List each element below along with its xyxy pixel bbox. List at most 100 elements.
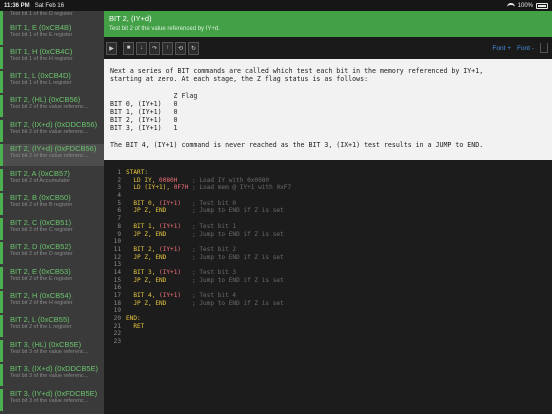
description-line: BIT 3, (IY+1) 1: [110, 124, 178, 133]
sidebar-item[interactable]: BIT 2, L (0xCB55) Test bit 2 of the L reg…: [0, 315, 104, 337]
sidebar-item[interactable]: BIT 3, (IY+d) (0xFDCB5E) Test bit 3 of th…: [0, 389, 104, 411]
line-number: 14: [113, 268, 121, 276]
code-comment: ; Jump to END if Z is set: [166, 230, 284, 238]
sidebar-item[interactable]: BIT 3, (HL) (0xCB5E) Test bit 3 of the va…: [0, 340, 104, 362]
sidebar-item[interactable]: BIT 3, (IX+d) (0xDDCB5E) Test bit 3 of th…: [0, 364, 104, 386]
sidebar-item[interactable]: BIT 1, H (0xCB4C) Test bit 1 of the H reg…: [0, 47, 104, 69]
instruction-subtitle: Test bit 2 of the value referenced by IY…: [109, 26, 220, 32]
sidebar-item-subtitle: Test bit 2 of the L register: [10, 324, 72, 330]
font-decrease-button[interactable]: Font -: [517, 45, 534, 52]
code-line: 9 JP Z, END ; Jump to END if Z is set: [108, 231, 548, 239]
sidebar-item-subtitle: Test bit 2 of the value referenc...: [10, 153, 89, 159]
description-line: The BIT 4, (IY+1) command is never reach…: [110, 140, 484, 149]
line-number: 12: [113, 253, 121, 261]
code-comment: ; Test bit 0: [181, 199, 237, 207]
sidebar-item[interactable]: BIT 2, E (0xCB53) Test bit 2 of the E reg…: [0, 267, 104, 289]
code-operand: (IY+1): [159, 268, 182, 276]
line-number: 20: [113, 315, 121, 323]
code-line: 21 RET: [108, 323, 548, 331]
line-number: 22: [113, 330, 121, 338]
battery-percent: 100%: [517, 2, 533, 9]
step-over-icon[interactable]: ↷: [149, 41, 160, 55]
sidebar-item-subtitle: Test bit 2 of the D register: [10, 251, 73, 257]
line-number: 4: [117, 192, 121, 200]
code-line: 19: [108, 307, 548, 315]
status-bar: 11:36 PM Sat Feb 16 100%: [0, 0, 552, 11]
stop-icon[interactable]: ■: [123, 41, 134, 55]
instruction-header: BIT 2, (IY+d) Test bit 2 of the value re…: [104, 11, 552, 37]
status-time: 11:36 PM: [4, 2, 30, 9]
sidebar-item-subtitle: Test bit 3 of the value referenc...: [10, 373, 89, 379]
code-line: 10: [108, 238, 548, 246]
code-operand: 0F7H: [173, 184, 189, 192]
sidebar-item[interactable]: BIT 2, C (0xCB51) Test bit 2 of the C reg…: [0, 218, 104, 240]
code-comment: ; Jump to END if Z is set: [166, 253, 284, 261]
reset-icon[interactable]: ⟲: [175, 41, 186, 55]
status-date: Sat Feb 16: [34, 2, 65, 9]
line-number: 5: [117, 199, 121, 207]
step-out-icon[interactable]: ↑: [162, 41, 173, 55]
sidebar-item-subtitle: Test bit 2 of Accumulator: [10, 178, 70, 184]
code-comment: ; Jump to END if Z is set: [166, 276, 284, 284]
share-icon[interactable]: [540, 43, 548, 53]
code-comment: ; Test bit 4: [181, 292, 237, 299]
code-instruction: BIT 1,: [126, 222, 160, 230]
sidebar-item-title: BIT 1, H (0xCB4C): [10, 47, 73, 56]
code-line: 2 LD IY, 0080H ; Load IY with 0x0080: [108, 177, 548, 185]
line-number: 2: [117, 176, 121, 184]
sidebar-item[interactable]: BIT 2, (IX+d) (0xDDCB56) Test bit 2 of th…: [0, 120, 104, 142]
description-line: BIT 0, (IY+1) 0: [110, 99, 178, 108]
sidebar-item[interactable]: BIT 2, (IY+d) (0xFDCB56) Test bit 2 of th…: [0, 144, 104, 166]
sidebar-item-title: BIT 3, (IX+d) (0xDDCB5E): [10, 364, 99, 373]
code-instruction: BIT 4,: [126, 292, 160, 299]
sidebar-item-subtitle: Test bit 1 of the H register: [10, 56, 73, 62]
code-operand: (IY+1): [159, 199, 182, 207]
sidebar-item-title: BIT 2, (IY+d) (0xFDCB56): [10, 144, 97, 153]
code-line: 23: [108, 338, 548, 346]
sidebar-item-subtitle: Test bit 1 of the L register: [10, 80, 72, 86]
sidebar-item[interactable]: BIT 2, A (0xCB57) Test bit 2 of Accumulat…: [0, 169, 104, 191]
code-line: 8 BIT 1, (IY+1) ; Test bit 1: [108, 223, 548, 231]
step-into-icon[interactable]: ↓: [136, 41, 147, 55]
sidebar-item[interactable]: BIT 2, D (0xCB52) Test bit 2 of the D reg…: [0, 242, 104, 264]
sidebar-item-title: BIT 2, (HL) (0xCB56): [10, 95, 81, 104]
line-number: 3: [117, 184, 121, 192]
wifi-icon: [506, 3, 515, 8]
sidebar-item[interactable]: BIT 1, L (0xCB4D) Test bit 1 of the L reg…: [0, 71, 104, 93]
sidebar-item-title: BIT 2, D (0xCB52): [10, 242, 72, 251]
code-comment: ; Test bit 1: [181, 222, 237, 230]
sidebar-item[interactable]: BIT 2, H (0xCB54) Test bit 2 of the H reg…: [0, 291, 104, 313]
code-line: 5 BIT 0, (IY+1) ; Test bit 0: [108, 200, 548, 208]
line-number: 21: [113, 322, 121, 330]
sidebar-item-subtitle: Test bit 1 of the D register: [10, 11, 73, 17]
sidebar-item[interactable]: BIT 2, B (0xCB50) Test bit 2 of the B reg…: [0, 193, 104, 215]
code-line: 7: [108, 215, 548, 223]
font-controls: Font + Font -: [492, 43, 552, 53]
sidebar-item-title: BIT 1, E (0xCB4B): [10, 23, 72, 32]
description-line: BIT 2, (IY+1) 0: [110, 116, 178, 125]
sidebar-item-title: BIT 3, (HL) (0xCB5E): [10, 340, 82, 349]
code-editor[interactable]: 1 START: 2 LD IY, 0080H ; Load IY with 0x0…: [104, 160, 552, 414]
line-number: 1: [117, 169, 121, 176]
sidebar-item-title: BIT 2, B (0xCB50): [10, 193, 71, 202]
sidebar-item-subtitle: Test bit 2 of the B register: [10, 202, 73, 208]
code-line: 22: [108, 330, 548, 338]
sidebar-item[interactable]: BIT 1, E (0xCB4B) Test bit 1 of the E reg…: [0, 23, 104, 45]
description-line: BIT 1, (IY+1) 0: [110, 107, 178, 116]
code-line: 1 START:: [108, 169, 548, 177]
font-increase-button[interactable]: Font +: [492, 45, 511, 52]
line-number: 18: [113, 299, 121, 307]
code-comment: ; Jump to END if Z is set: [166, 207, 284, 215]
toolbar: ▶ ■ ↓ ↷ ↑ ⟲ ↻ Font + Font -: [104, 37, 552, 59]
refresh-icon[interactable]: ↻: [188, 41, 199, 55]
instruction-list[interactable]: Test bit 1 of the D register BIT 1, E (0x…: [0, 11, 104, 414]
sidebar-item-subtitle: Test bit 2 of the E register: [10, 276, 73, 282]
description-line: [110, 133, 546, 141]
sidebar-item-subtitle: Test bit 3 of the value referenc...: [10, 398, 89, 404]
play-icon[interactable]: ▶: [106, 41, 117, 55]
code-comment: ; Load mem @ IY+1 with 0xF7: [188, 184, 292, 192]
sidebar-item-title: BIT 2, L (0xCB55): [10, 315, 70, 324]
instruction-title: BIT 2, (IY+d): [109, 14, 152, 23]
sidebar-item[interactable]: BIT 2, (HL) (0xCB56) Test bit 2 of the va…: [0, 95, 104, 117]
code-instruction: JP Z, END: [126, 230, 167, 238]
